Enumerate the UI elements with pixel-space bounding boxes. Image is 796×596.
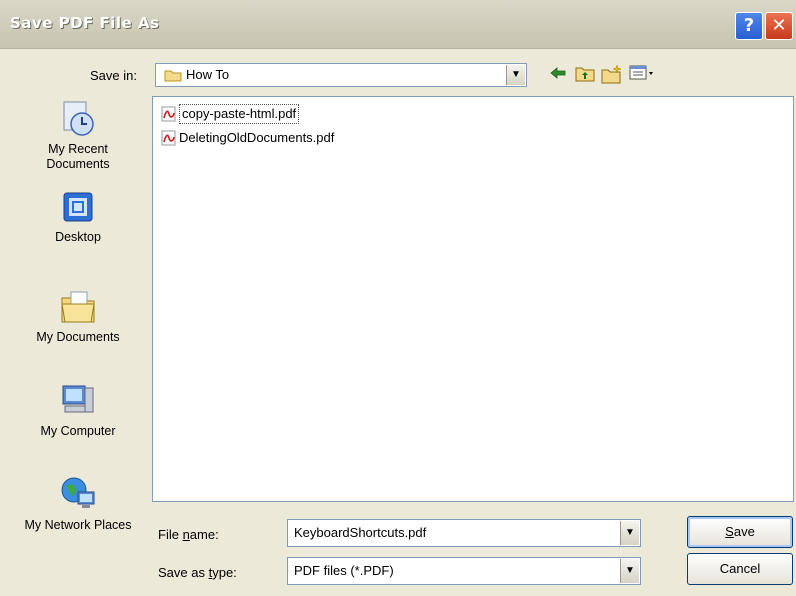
recent-documents-icon xyxy=(63,101,94,136)
place-desktop[interactable]: Desktop xyxy=(18,190,138,245)
places-bar: My Recent Documents Desktop My Documents… xyxy=(18,90,138,590)
label-part: Save as xyxy=(158,565,209,580)
window-title: Save PDF File As xyxy=(10,14,160,32)
desktop-icon xyxy=(63,192,93,222)
file-item[interactable]: DeletingOldDocuments.pdf xyxy=(161,129,334,147)
folder-icon xyxy=(164,70,182,82)
save-in-value: How To xyxy=(186,67,230,82)
place-my-documents[interactable]: My Documents xyxy=(18,288,138,345)
my-documents-icon xyxy=(61,291,95,323)
save-button[interactable]: Save xyxy=(687,516,793,548)
save-as-type-dropdown[interactable]: PDF files (*.PDF) ▼ xyxy=(287,557,641,585)
place-label: My Network Places xyxy=(24,518,132,532)
place-my-recent-documents[interactable]: My Recent Documents xyxy=(18,98,138,172)
label-part: ype: xyxy=(212,565,237,580)
file-item[interactable]: copy-paste-html.pdf xyxy=(161,104,300,124)
file-name-value[interactable]: KeyboardShortcuts.pdf xyxy=(294,525,426,540)
save-accesskey: S xyxy=(725,524,734,539)
title-bar[interactable]: Save PDF File As ? ✕ xyxy=(0,0,796,49)
save-in-label: Save in: xyxy=(90,68,137,83)
place-label: My Computer xyxy=(40,424,116,438)
file-name: DeletingOldDocuments.pdf xyxy=(179,130,335,145)
save-as-type-label: Save as type: xyxy=(158,565,237,580)
new-folder-icon[interactable] xyxy=(601,64,623,84)
my-computer-icon xyxy=(62,385,94,413)
place-label: My Documents xyxy=(36,330,120,344)
place-label: Desktop xyxy=(55,230,101,244)
label-part: File xyxy=(158,527,183,542)
file-list[interactable]: copy-paste-html.pdf DeletingOldDocuments… xyxy=(152,96,794,502)
save-in-label-text: Save in: xyxy=(90,68,137,83)
save-in-dropdown-arrow[interactable]: ▼ xyxy=(506,65,525,85)
place-label: My Recent Documents xyxy=(46,142,110,171)
file-name-dropdown-arrow[interactable]: ▼ xyxy=(620,521,639,545)
back-arrow-icon[interactable] xyxy=(549,64,567,82)
label-accesskey: n xyxy=(182,527,190,542)
label-part: ame: xyxy=(189,527,219,542)
network-places-icon xyxy=(61,477,95,508)
place-my-computer[interactable]: My Computer xyxy=(18,382,138,439)
save-label: ave xyxy=(733,524,755,539)
up-folder-icon[interactable] xyxy=(575,64,595,82)
file-name-label: File name: xyxy=(158,527,219,542)
close-button[interactable]: ✕ xyxy=(765,12,793,40)
pdf-file-icon xyxy=(161,130,176,146)
help-button[interactable]: ? xyxy=(735,12,763,40)
file-name-field[interactable]: KeyboardShortcuts.pdf ▼ xyxy=(287,519,641,547)
pdf-file-icon xyxy=(161,106,176,122)
file-name: copy-paste-html.pdf xyxy=(179,104,300,124)
view-menu-icon[interactable] xyxy=(629,64,655,82)
cancel-button[interactable]: Cancel xyxy=(687,553,793,585)
save-in-dropdown[interactable]: How To ▼ xyxy=(155,63,527,87)
place-my-network-places[interactable]: My Network Places xyxy=(18,474,138,533)
save-as-type-dropdown-arrow[interactable]: ▼ xyxy=(620,559,639,583)
save-as-type-value: PDF files (*.PDF) xyxy=(294,563,394,578)
